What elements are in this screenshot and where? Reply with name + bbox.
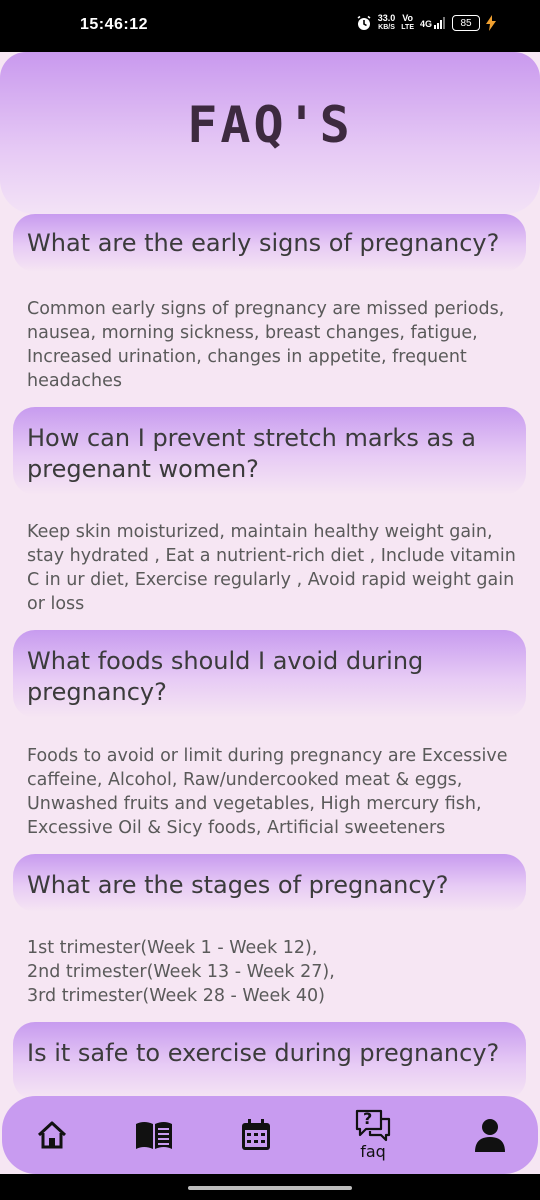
bottom-nav: ? faq bbox=[2, 1096, 538, 1174]
signal-icon bbox=[434, 17, 445, 29]
alarm-icon bbox=[357, 15, 371, 30]
question-text: Is it safe to exercise during pregnancy? bbox=[27, 1039, 500, 1067]
signal-label: 4G bbox=[419, 19, 432, 29]
nav-learn-button[interactable] bbox=[126, 1096, 182, 1174]
nav-profile-button[interactable] bbox=[462, 1096, 518, 1174]
faq-icon-question-mark: ? bbox=[363, 1109, 373, 1128]
answer-text: Common early signs of pregnancy are miss… bbox=[27, 299, 505, 391]
volte-indicator: Vo LTE bbox=[401, 14, 414, 32]
lte-label: LTE bbox=[401, 24, 414, 31]
nav-calendar-button[interactable] bbox=[228, 1096, 284, 1174]
status-time: 15:46:12 bbox=[80, 16, 149, 33]
question-card[interactable]: Is it safe to exercise during pregnancy? bbox=[13, 1022, 526, 1100]
system-navigation-bar bbox=[0, 1174, 540, 1200]
question-card[interactable]: What are the stages of pregnancy? bbox=[13, 854, 526, 912]
answer-text: Keep skin moisturized, maintain healthy … bbox=[27, 522, 516, 614]
volte-label: Vo bbox=[402, 13, 414, 23]
question-text: What foods should I avoid during pregnan… bbox=[27, 647, 424, 706]
faq-list: What are the early signs of pregnancy? C… bbox=[0, 214, 540, 1100]
network-speed-value: 33.0 bbox=[377, 13, 396, 23]
network-speed: 33.0 KB/S bbox=[378, 14, 396, 32]
page-title: FAQ'S bbox=[187, 96, 353, 154]
nav-faq-label: faq bbox=[360, 1142, 386, 1161]
question-card[interactable]: What are the early signs of pregnancy? bbox=[13, 214, 526, 272]
battery-indicator: 85 bbox=[452, 15, 480, 31]
signal-indicator: 4G bbox=[420, 17, 446, 29]
page-header: FAQ'S bbox=[0, 52, 540, 214]
calendar-icon bbox=[242, 1119, 270, 1150]
home-indicator[interactable] bbox=[188, 1186, 352, 1190]
question-card[interactable]: What foods should I avoid during pregnan… bbox=[13, 630, 526, 718]
question-card[interactable]: How can I prevent stretch marks as a pre… bbox=[13, 407, 526, 495]
question-text: How can I prevent stretch marks as a pre… bbox=[27, 424, 476, 483]
nav-home-button[interactable] bbox=[24, 1096, 80, 1174]
profile-icon bbox=[475, 1119, 505, 1152]
status-bar: 15:46:12 33.0 KB/S Vo LTE 4G 85 bbox=[0, 0, 540, 52]
nav-faq-button[interactable]: ? faq bbox=[344, 1096, 402, 1174]
status-icons: 33.0 KB/S Vo LTE 4G 85 bbox=[356, 14, 496, 32]
charging-icon bbox=[486, 15, 496, 31]
answer-text: Foods to avoid or limit during pregnancy… bbox=[27, 746, 508, 838]
question-text: What are the early signs of pregnancy? bbox=[27, 229, 500, 257]
faq-icon: ? bbox=[354, 1108, 392, 1142]
answer-text: 1st trimester(Week 1 - Week 12), 2nd tri… bbox=[27, 938, 335, 1006]
home-icon bbox=[37, 1121, 67, 1149]
book-icon bbox=[136, 1122, 172, 1149]
network-speed-unit: KB/S bbox=[378, 24, 395, 31]
question-text: What are the stages of pregnancy? bbox=[27, 871, 449, 899]
